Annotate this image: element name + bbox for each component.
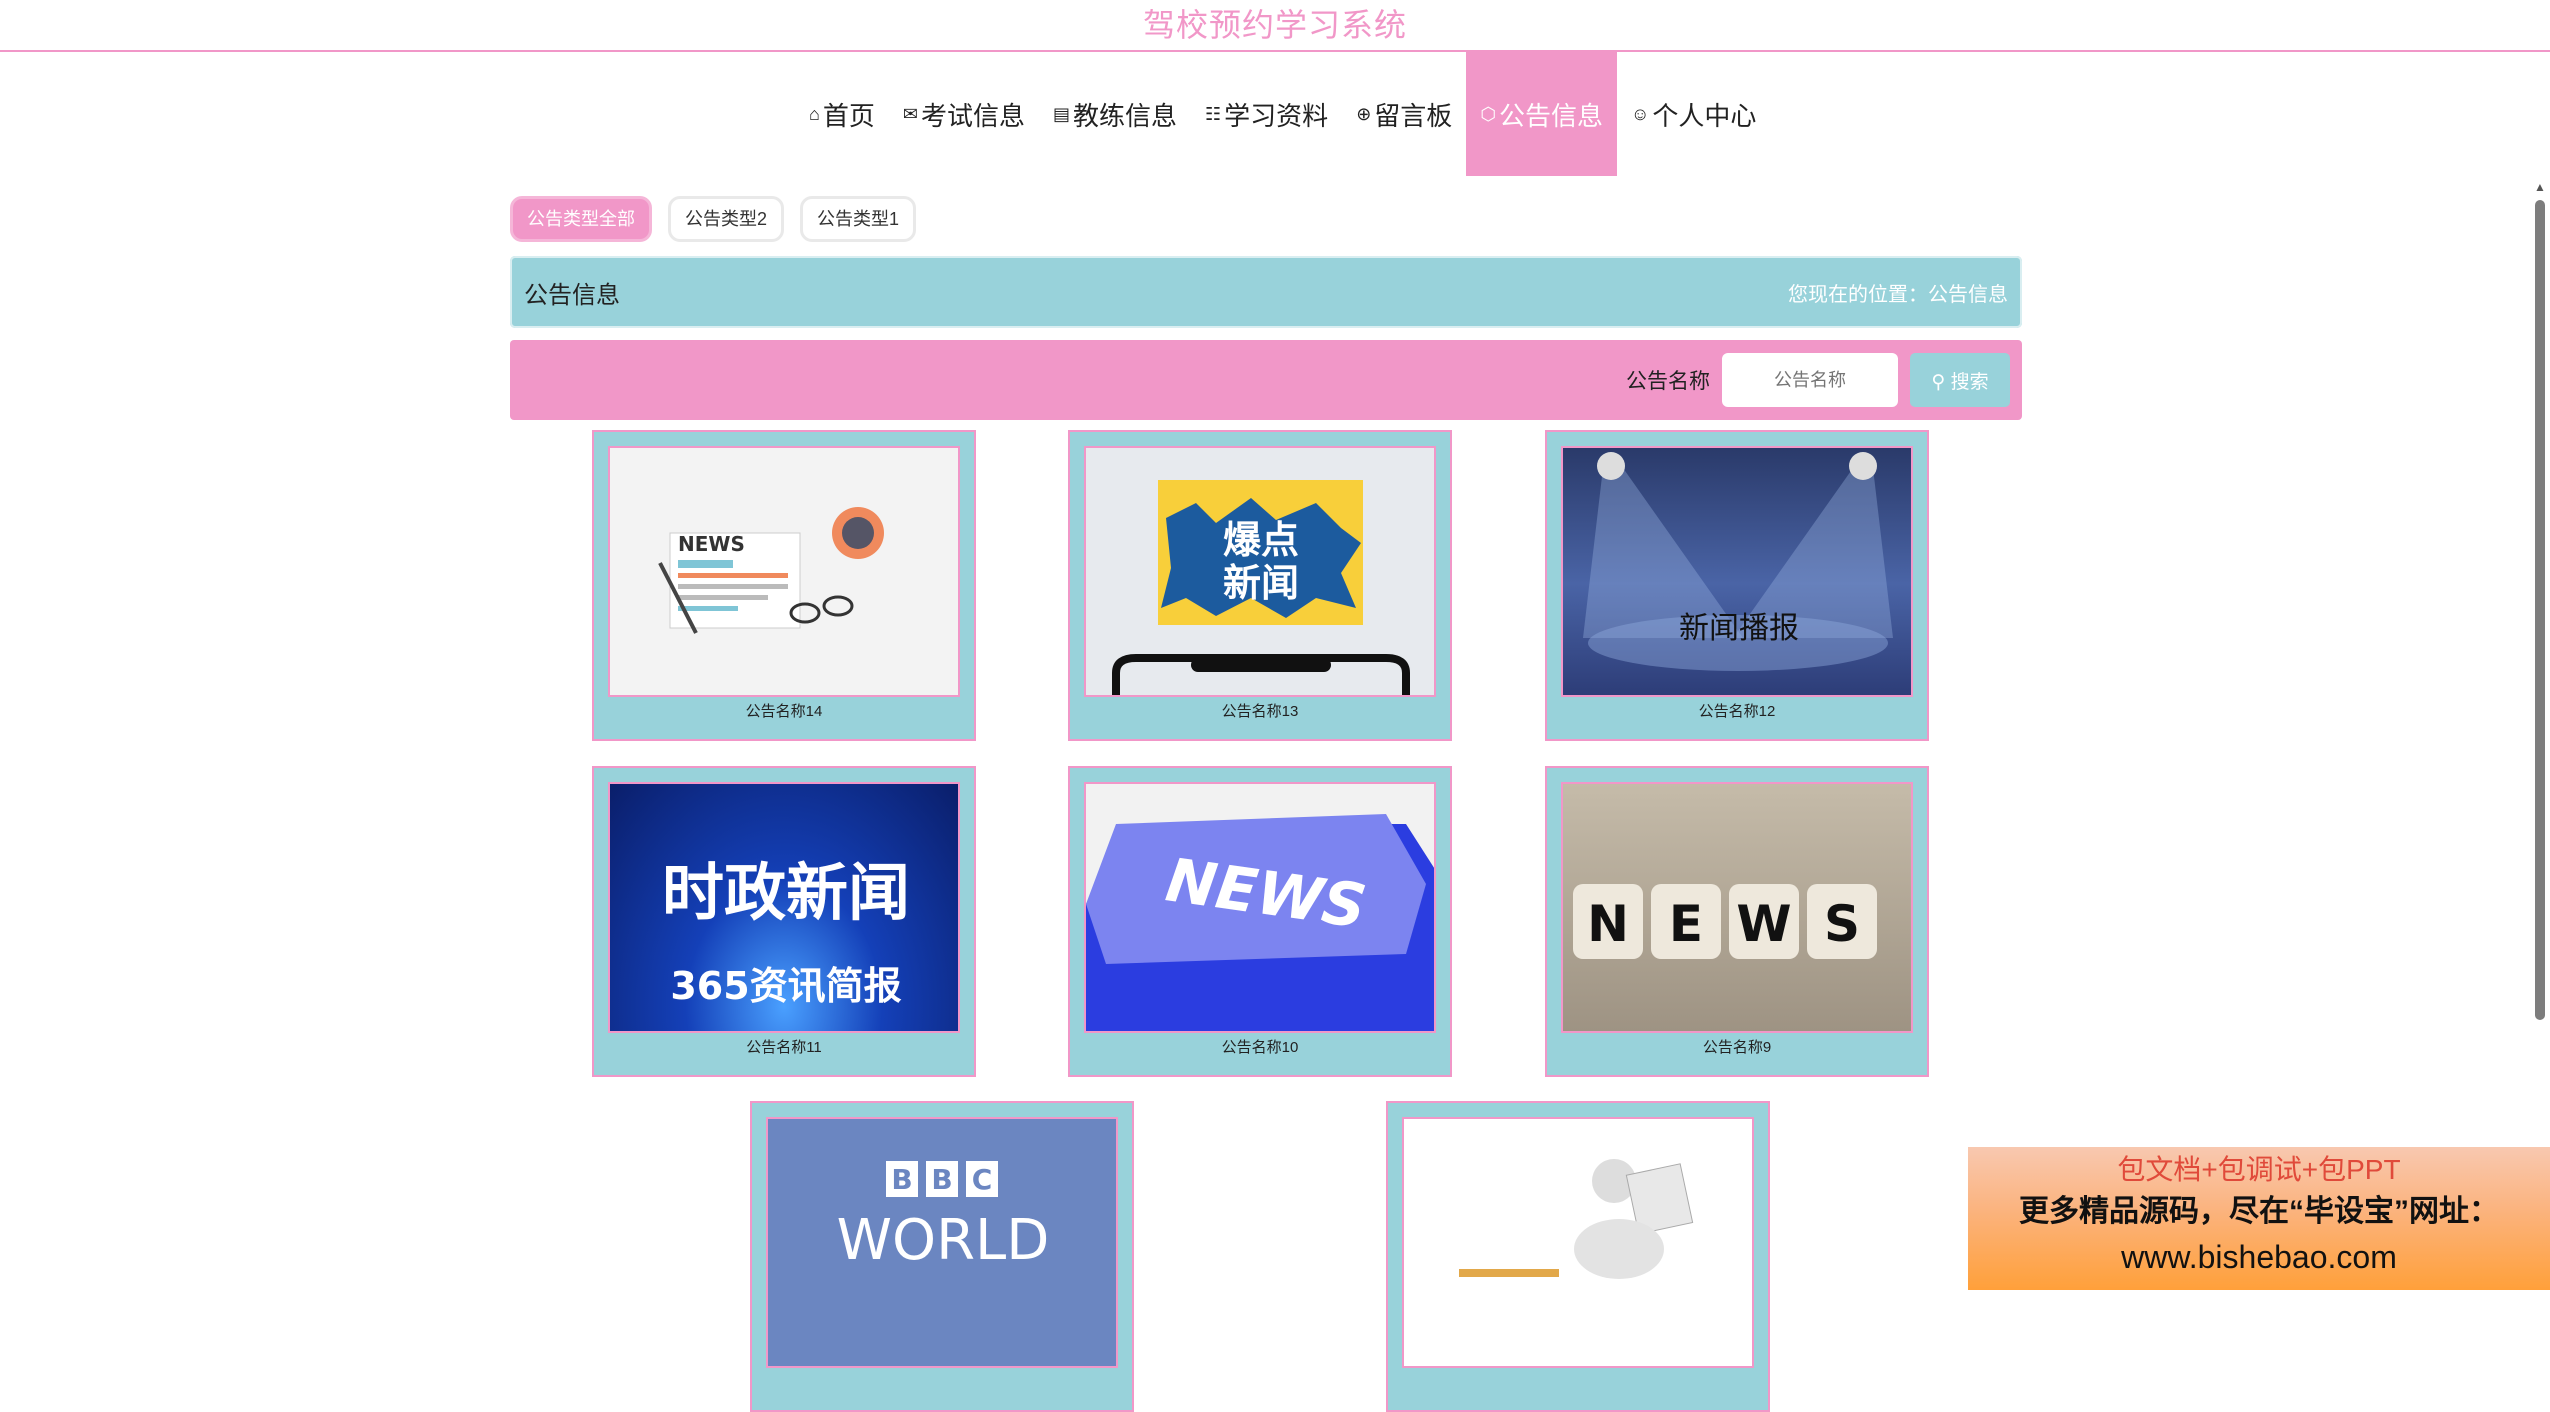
svg-text:B: B — [891, 1163, 912, 1196]
svg-text:B: B — [931, 1163, 952, 1196]
mail-icon: ✉ — [902, 103, 918, 124]
card-image — [1402, 1117, 1754, 1368]
search-label: 公告名称 — [1626, 370, 1710, 393]
title-bar: 驾校预约学习系统 — [0, 0, 2550, 52]
card-image: 新闻播报 — [1561, 446, 1913, 697]
nav-item-announcements[interactable]: ⬡ 公告信息 — [1466, 52, 1618, 176]
search-icon: ⚲ — [1931, 371, 1946, 393]
card-image: B B C WORLD — [766, 1117, 1118, 1368]
nav-item-label: 个人中心 — [1652, 100, 1757, 131]
announcement-card[interactable] — [1386, 1101, 1770, 1412]
card-image: N E W S — [1561, 782, 1913, 1033]
nav-item-exam-info[interactable]: ✉ 考试信息 — [889, 52, 1039, 176]
main-content: 公告类型全部 公告类型2 公告类型1 公告信息 您现在的位置：公告信息 公告名称… — [510, 196, 2022, 420]
search-input[interactable] — [1722, 353, 1898, 407]
card-title: 公告名称13 — [1221, 703, 1299, 720]
ad-banner[interactable]: 包文档+包调试+包PPT 更多精品源码，尽在“毕设宝”网址： www.bishe… — [1968, 1147, 2550, 1290]
user-icon: ☺ — [1631, 103, 1650, 124]
svg-text:C: C — [972, 1163, 993, 1196]
card-image-text: 新闻播报 — [1679, 612, 1799, 645]
search-button[interactable]: ⚲ 搜索 — [1910, 353, 2010, 407]
ad-line-3: www.bishebao.com — [2121, 1239, 2397, 1275]
location-bar: 公告信息 您现在的位置：公告信息 — [510, 256, 2022, 328]
announcement-card[interactable]: NEWS 公告名称10 — [1068, 766, 1452, 1077]
announcement-card[interactable]: 时政新闻 365资讯简报 公告名称11 — [592, 766, 976, 1077]
announcement-card[interactable]: B B C WORLD — [750, 1101, 1134, 1412]
card-title: 公告名称12 — [1698, 703, 1776, 720]
nav-item-coach-info[interactable]: ▤ 教练信息 — [1039, 52, 1191, 176]
card-title — [1402, 1368, 1754, 1396]
filter-type-1[interactable]: 公告类型1 — [800, 196, 917, 242]
svg-text:新闻: 新闻 — [1223, 561, 1299, 605]
svg-text:E: E — [1669, 895, 1703, 953]
svg-text:WORLD: WORLD — [837, 1208, 1050, 1273]
nav-item-label: 考试信息 — [920, 100, 1025, 131]
card-image-text: NEWS — [678, 532, 745, 556]
card-image: NEWS — [608, 446, 960, 697]
calendar-icon: ▤ — [1053, 103, 1071, 124]
announcement-card[interactable]: NEWS 公告名称14 — [592, 430, 976, 741]
cube-icon: ⬡ — [1480, 103, 1497, 124]
nav-item-study-materials[interactable]: ☷ 学习资料 — [1191, 52, 1342, 176]
grid-icon: ☷ — [1205, 103, 1222, 124]
breadcrumb: 您现在的位置：公告信息 — [1788, 283, 2008, 306]
nav-item-label: 首页 — [822, 100, 875, 131]
nav-item-personal-center[interactable]: ☺ 个人中心 — [1617, 52, 1770, 176]
filter-type-2[interactable]: 公告类型2 — [668, 196, 785, 242]
section-title: 公告信息 — [524, 281, 620, 309]
filter-all-types[interactable]: 公告类型全部 — [510, 196, 652, 242]
ad-line-2: 更多精品源码，尽在“毕设宝”网址： — [2019, 1195, 2499, 1228]
nav-item-home[interactable]: ⌂ 首页 — [795, 52, 889, 176]
svg-text:时政新闻: 时政新闻 — [662, 856, 910, 929]
scroll-up-arrow-icon[interactable]: ▲ — [2533, 180, 2547, 194]
search-button-label: 搜索 — [1950, 371, 1989, 393]
scrollbar-thumb[interactable] — [2535, 200, 2545, 1020]
search-bar: 公告名称 ⚲ 搜索 — [510, 340, 2022, 420]
home-icon: ⌂ — [809, 103, 820, 124]
globe-icon: ⊕ — [1356, 103, 1372, 124]
card-title: 公告名称9 — [1702, 1039, 1772, 1056]
nav-item-label: 学习资料 — [1224, 100, 1329, 131]
announcement-card[interactable]: N E W S 公告名称9 — [1545, 766, 1929, 1077]
nav-item-label: 教练信息 — [1073, 100, 1178, 131]
ad-line-1: 包文档+包调试+包PPT — [2117, 1154, 2401, 1185]
nav-item-label: 留言板 — [1374, 100, 1453, 131]
card-image: 时政新闻 365资讯简报 — [608, 782, 960, 1033]
nav-item-message-board[interactable]: ⊕ 留言板 — [1342, 52, 1466, 176]
card-image: 爆点 新闻 — [1084, 446, 1436, 697]
app-title: 驾校预约学习系统 — [1142, 7, 1407, 43]
card-title: 公告名称11 — [746, 1039, 822, 1056]
announcement-card[interactable]: 爆点 新闻 公告名称13 — [1068, 430, 1452, 741]
main-nav: ⌂ 首页 ✉ 考试信息 ▤ 教练信息 ☷ 学习资料 ⊕ 留言板 ⬡ 公告信息 ☺… — [0, 52, 2550, 176]
nav-item-label: 公告信息 — [1499, 100, 1604, 131]
svg-text:S: S — [1824, 895, 1860, 953]
svg-text:爆点: 爆点 — [1223, 518, 1299, 562]
svg-text:365资讯简报: 365资讯简报 — [670, 964, 901, 1008]
svg-text:W: W — [1736, 895, 1791, 953]
card-title — [766, 1368, 1118, 1396]
type-filters: 公告类型全部 公告类型2 公告类型1 — [510, 196, 2022, 244]
card-title: 公告名称14 — [745, 703, 823, 720]
svg-text:N: N — [1587, 895, 1629, 953]
card-image: NEWS — [1084, 782, 1436, 1033]
card-title: 公告名称10 — [1221, 1039, 1299, 1056]
announcement-card[interactable]: 新闻播报 公告名称12 — [1545, 430, 1929, 741]
